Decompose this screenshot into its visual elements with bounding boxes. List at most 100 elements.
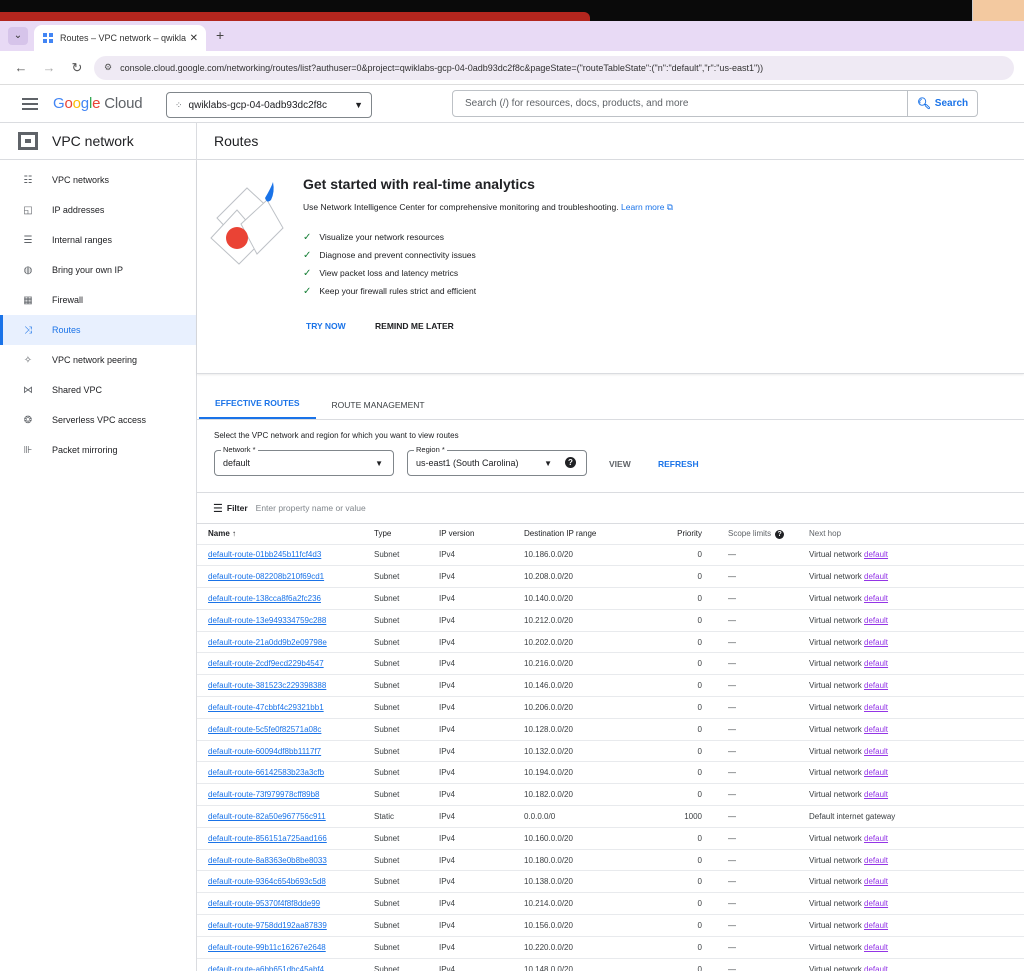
route-name-link[interactable]: default-route-21a0dd9b2e09798e [208, 638, 327, 647]
route-name-link[interactable]: default-route-9758dd192aa87839 [208, 921, 327, 930]
forward-arrow-icon[interactable]: → [38, 60, 60, 75]
next-hop-link[interactable]: default [864, 681, 888, 690]
next-hop-link[interactable]: default [864, 725, 888, 734]
sidebar-item-vpc-networks[interactable]: ☷ VPC networks [0, 165, 196, 195]
browser-tab-routes[interactable]: Routes – VPC network – qwiklab ✕ [34, 25, 206, 51]
filter-input[interactable]: Enter property name or value [256, 503, 366, 513]
promo-bullet: ✓ Visualize your network resources [303, 228, 476, 246]
ip-addresses-icon: ◱ [23, 204, 33, 216]
next-hop-link[interactable]: default [864, 856, 888, 865]
route-name-link[interactable]: default-route-9364c654b693c5d8 [208, 877, 326, 886]
search-button[interactable]: 🔍︎ Search [907, 90, 978, 117]
next-hop-link[interactable]: default [864, 877, 888, 886]
scope-limits-cell: — [716, 914, 809, 937]
scope-limits-cell: — [716, 892, 809, 916]
sidebar-item-bring-your-own-ip[interactable]: ◍ Bring your own IP [0, 255, 196, 285]
new-tab-icon[interactable]: + [216, 27, 224, 43]
route-name-link[interactable]: default-route-60094df8bb1117f7 [208, 747, 321, 756]
destination-cell: 10.186.0.0/20 [524, 544, 664, 567]
route-name-link[interactable]: default-route-82a50e967756c911 [208, 812, 326, 821]
col-header-ip-version[interactable]: IP version [439, 524, 524, 545]
col-header-name[interactable]: Name ↑ [197, 524, 374, 545]
sidebar-item-ip-addresses[interactable]: ◱ IP addresses [0, 195, 196, 225]
route-name-link[interactable]: default-route-082208b210f69cd1 [208, 572, 324, 581]
route-name-link[interactable]: default-route-856151a725aad166 [208, 834, 327, 843]
next-hop-link[interactable]: default [864, 594, 888, 603]
tab-effective-routes[interactable]: EFFECTIVE ROUTES [199, 398, 316, 419]
google-cloud-logo[interactable]: Google Cloud [53, 95, 143, 112]
route-name-link[interactable]: default-route-13e949334759c288 [208, 616, 326, 625]
promo-bullet: ✓ Keep your firewall rules strict and eff… [303, 282, 476, 300]
remind-me-later-button[interactable]: REMIND ME LATER [375, 321, 454, 331]
next-hop-link[interactable]: default [864, 790, 888, 799]
search-input[interactable]: Search (/) for resources, docs, products… [452, 90, 908, 117]
reload-icon[interactable]: ↻ [66, 60, 88, 76]
route-name-cell: default-route-082208b210f69cd1 [197, 565, 374, 589]
refresh-button[interactable]: REFRESH [658, 459, 699, 469]
route-name-link[interactable]: default-route-5c5fe0f82571a08c [208, 725, 321, 734]
next-hop-link[interactable]: default [864, 921, 888, 930]
route-name-link[interactable]: default-route-8a8363e0b8be8033 [208, 856, 327, 865]
network-select[interactable]: Network * default ▼ [214, 445, 394, 476]
col-header-priority[interactable]: Priority [664, 524, 716, 545]
sidebar-item-firewall[interactable]: ▦ Firewall [0, 285, 196, 315]
sidebar-item-packet-mirroring[interactable]: ⊪ Packet mirroring [0, 435, 196, 465]
route-name-link[interactable]: default-route-2cdf9ecd229b4547 [208, 659, 324, 668]
col-header-destination[interactable]: Destination IP range [524, 524, 664, 545]
sidebar-item-serverless-vpc-access[interactable]: ❂ Serverless VPC access [0, 405, 196, 435]
hamburger-menu-icon[interactable] [22, 95, 38, 113]
route-name-link[interactable]: default-route-138cca8f6a2fc236 [208, 594, 321, 603]
filter-bar[interactable]: ☰ Filter Enter property name or value [197, 492, 1024, 524]
route-name-link[interactable]: default-route-99b11c16267e2648 [208, 943, 326, 952]
route-name-link[interactable]: default-route-01bb245b11fcf4d3 [208, 550, 321, 559]
next-hop-link[interactable]: default [864, 834, 888, 843]
next-hop-link[interactable]: default [864, 768, 888, 777]
sidebar-item-routes[interactable]: ⤨ Routes [0, 315, 196, 345]
sort-ascending-icon[interactable]: ↑ [232, 529, 236, 538]
promo-bullet-text: Visualize your network resources [319, 232, 444, 242]
ip-version-cell: IPv4 [439, 565, 524, 589]
next-hop-link[interactable]: default [864, 616, 888, 625]
next-hop-link[interactable]: default [864, 943, 888, 952]
view-button[interactable]: VIEW [609, 459, 631, 469]
next-hop-link[interactable]: default [864, 899, 888, 908]
learn-more-link[interactable]: Learn more ⧉ [621, 202, 673, 212]
next-hop-link[interactable]: default [864, 747, 888, 756]
sidebar-item-vpc-network-peering[interactable]: ✧ VPC network peering [0, 345, 196, 375]
next-hop-link[interactable]: default [864, 703, 888, 712]
next-hop-link[interactable]: default [864, 659, 888, 668]
route-name-cell: default-route-9758dd192aa87839 [197, 914, 374, 937]
col-header-type[interactable]: Type [374, 524, 439, 545]
destination-cell: 10.146.0.0/20 [524, 674, 664, 698]
route-name-link[interactable]: default-route-a6bb651dbc45abf4 [208, 965, 324, 971]
route-name-link[interactable]: default-route-66142583b23a3cfb [208, 768, 324, 777]
table-row: default-route-13e949334759c288 Subnet IPv4… [197, 609, 1024, 632]
next-hop-link[interactable]: default [864, 550, 888, 559]
sidebar-item-label: Shared VPC [52, 385, 103, 395]
sidebar-item-shared-vpc[interactable]: ⋈ Shared VPC [0, 375, 196, 405]
project-picker[interactable]: ⁘ qwiklabs-gcp-04-0adb93dc2f8c ▼ [166, 92, 372, 118]
region-help-icon[interactable]: ? [565, 457, 576, 468]
tab-close-icon[interactable]: ✕ [190, 33, 198, 44]
try-now-button[interactable]: TRY NOW [306, 321, 346, 331]
back-arrow-icon[interactable]: ← [10, 60, 32, 75]
tab-route-management[interactable]: ROUTE MANAGEMENT [316, 400, 441, 419]
tab-search-chevron-icon[interactable]: ⌄ [8, 27, 28, 45]
next-hop-text: Virtual network [809, 790, 862, 800]
route-name-link[interactable]: default-route-381523c229398388 [208, 681, 326, 690]
next-hop-link[interactable]: default [864, 638, 888, 647]
route-name-link[interactable]: default-route-95370f4f8f8dde99 [208, 899, 320, 908]
region-select[interactable]: Region * us-east1 (South Carolina) ▼ ? [407, 445, 587, 476]
route-name-link[interactable]: default-route-73f979978cff89b8 [208, 790, 320, 799]
firewall-icon: ▦ [23, 294, 33, 306]
scope-help-icon[interactable]: ? [775, 529, 785, 539]
next-hop-link[interactable]: default [864, 572, 888, 581]
sidebar-item-internal-ranges[interactable]: ☰ Internal ranges [0, 225, 196, 255]
col-header-next-hop[interactable]: Next hop [809, 524, 1024, 545]
url-field[interactable]: ⚙ console.cloud.google.com/networking/ro… [94, 55, 1014, 80]
site-info-icon[interactable]: ⚙ [104, 62, 112, 73]
route-name-link[interactable]: default-route-47cbbf4c29321bb1 [208, 703, 324, 712]
table-row: default-route-138cca8f6a2fc236 Subnet IPv4… [197, 587, 1024, 610]
next-hop-link[interactable]: default [864, 965, 888, 971]
col-header-scope-limits[interactable]: Scope limits? [716, 524, 809, 545]
